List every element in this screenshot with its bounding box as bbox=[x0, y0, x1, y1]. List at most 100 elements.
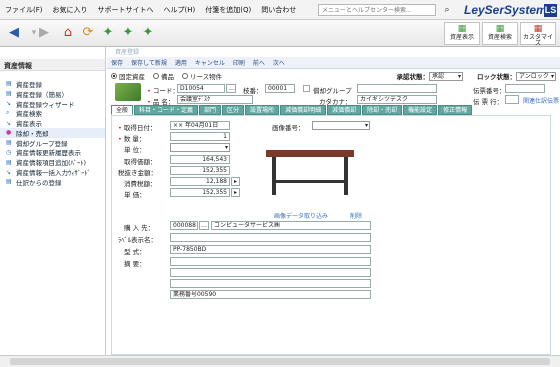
note-field-4[interactable]: 業務番号00590 bbox=[170, 290, 371, 299]
sidebar-item-simple-register[interactable]: ▤ 資産登録（簡易） bbox=[0, 89, 105, 99]
tab-disposal[interactable]: 除却・売却 bbox=[362, 105, 403, 115]
acquisition-cost-field[interactable]: 164,543 bbox=[170, 155, 230, 164]
tax-calc-button[interactable]: ▸ bbox=[231, 177, 240, 186]
radio-fixed-asset[interactable] bbox=[111, 73, 117, 79]
asset-search-button[interactable]: ▦ 資産検索 bbox=[482, 22, 518, 45]
image-number-select[interactable] bbox=[312, 121, 370, 130]
menu-add-note[interactable]: 付箋を追加(Q) bbox=[200, 5, 256, 15]
name-field[interactable]: 会議室ﾃﾞｽｸ bbox=[177, 95, 253, 104]
acq-date-field[interactable]: ×× 年04月01日 bbox=[170, 121, 230, 130]
sidebar-item-history[interactable]: ◷ 資産情報更新履歴表示 bbox=[0, 148, 105, 158]
radio-equipment[interactable] bbox=[153, 73, 159, 79]
code-lookup-button[interactable]: … bbox=[226, 84, 236, 93]
unit-price-button[interactable]: ▸ bbox=[231, 188, 240, 197]
code-field[interactable]: D10054 bbox=[177, 84, 225, 93]
history-icon[interactable]: ✦ bbox=[140, 25, 156, 41]
depreciation-group-label: 償却グループ bbox=[313, 87, 352, 95]
asset-view-button[interactable]: ▦ 資産表示 bbox=[444, 22, 480, 45]
scrollbar-thumb[interactable] bbox=[10, 358, 550, 365]
next-button[interactable]: 次へ bbox=[273, 58, 285, 67]
menu-file[interactable]: ファイル(F) bbox=[0, 5, 48, 15]
sidebar-item-disposal[interactable]: ● 除却・売却 bbox=[0, 127, 105, 138]
save-new-button[interactable]: 保存して新規 bbox=[131, 58, 167, 67]
branch-field[interactable]: 00001 bbox=[265, 84, 295, 93]
model-field[interactable]: PP-7850BD bbox=[170, 245, 371, 254]
home-icon[interactable]: ⌂ bbox=[60, 25, 76, 41]
note-field-3[interactable] bbox=[170, 279, 371, 288]
depreciation-group-checkbox[interactable] bbox=[303, 85, 310, 92]
tax-label: 消費税額： bbox=[124, 180, 157, 188]
sidebar-item-display[interactable]: ↘ 資産表示 bbox=[0, 118, 105, 129]
tab-location[interactable]: 設置場所 bbox=[245, 105, 280, 115]
menu-favorites[interactable]: お気に入り bbox=[48, 5, 93, 15]
kana-field[interactable]: カイギシツデスク bbox=[357, 95, 437, 104]
forward-icon[interactable]: ▶ bbox=[36, 25, 52, 41]
refresh-icon[interactable]: ⟳ bbox=[80, 25, 96, 41]
back-icon[interactable]: ◀ bbox=[6, 25, 22, 41]
tax-field[interactable]: 12,188 bbox=[170, 177, 230, 186]
sidebar-item-journal[interactable]: ▤ 仕訳からの登録 bbox=[0, 177, 105, 187]
menu-support[interactable]: サポートサイトへ bbox=[93, 5, 159, 15]
horizontal-scrollbar[interactable] bbox=[0, 355, 560, 367]
note-field-2[interactable] bbox=[170, 268, 371, 277]
unit-label: 単 位： bbox=[124, 146, 146, 154]
radio-lease[interactable] bbox=[182, 73, 188, 79]
sidebar-item-wizard[interactable]: ↘ 資産登録ウィザード bbox=[0, 99, 105, 109]
tab-general[interactable]: 全般 bbox=[111, 105, 134, 115]
code-label: コード： bbox=[147, 85, 179, 95]
customize-button[interactable]: ▦ カスタマイズ bbox=[520, 22, 556, 47]
vendor-lookup-button[interactable]: … bbox=[199, 221, 209, 230]
sidebar-item-bulk-wizard[interactable]: ↘ 資産情報一括入力ｳｨｻﾞｰﾄﾞ bbox=[0, 167, 105, 178]
lock-select[interactable]: アンロック bbox=[516, 71, 556, 81]
sidebar-item-asset-register[interactable]: ▤ 資産登録 bbox=[0, 79, 105, 89]
sidebar: 資産情報 ▤ 資産登録 ▤ 資産登録（簡易） ↘ 資産登録ウィザード ⌕ 資産検索 ↘ 資… bbox=[0, 47, 106, 355]
delete-image-link[interactable]: 削除 bbox=[350, 211, 362, 220]
asset-type-row: 固定資産 備品 リース物件 承認状態： 承認 ロック状態： アンロック bbox=[111, 70, 556, 82]
tab-depreciation-detail[interactable]: 減価償却明細 bbox=[280, 105, 327, 115]
breadcrumb: 資産登録 bbox=[115, 49, 140, 56]
unit-price-field[interactable]: 152,355 bbox=[170, 188, 230, 197]
asset-box-icon bbox=[115, 83, 141, 101]
import-image-link[interactable]: 画像データ取り込み bbox=[274, 211, 328, 220]
sidebar-item-add-field[interactable]: ▤ 資産情報項目追加(ﾊﾞｰﾄ) bbox=[0, 157, 105, 168]
search-icon[interactable]: ⌕ bbox=[440, 3, 454, 17]
wand-icon: ↘ bbox=[6, 168, 12, 176]
net-amount-label: 税抜き金額： bbox=[118, 169, 157, 177]
apply-button[interactable]: 適用 bbox=[175, 58, 187, 67]
sidebar-item-depreciation-group[interactable]: ▤ 償却グループ登録 bbox=[0, 138, 105, 148]
desk-leg-left bbox=[272, 157, 276, 195]
save-button[interactable]: 保存 bbox=[111, 58, 123, 67]
tab-category[interactable]: 区分 bbox=[222, 105, 245, 115]
unit-select[interactable] bbox=[170, 143, 230, 152]
related-journal-link[interactable]: 関連仕訳伝票 bbox=[523, 96, 559, 105]
menu-help[interactable]: ヘルプ(H) bbox=[159, 5, 201, 15]
sidebar-item-search[interactable]: ⌕ 資産検索 bbox=[0, 108, 105, 118]
net-amount-field[interactable]: 152,355 bbox=[170, 166, 230, 175]
vendor-code-field[interactable]: 000088 bbox=[170, 221, 198, 230]
label-name-field[interactable] bbox=[170, 233, 371, 242]
slip-line-field[interactable] bbox=[505, 95, 519, 104]
tab-department[interactable]: 部門 bbox=[199, 105, 222, 115]
quantity-field[interactable]: 1 bbox=[170, 132, 230, 141]
slip-number-label: 伝票番号： bbox=[473, 87, 506, 95]
approval-label: 承認状態： bbox=[396, 73, 430, 81]
search-input[interactable] bbox=[318, 4, 436, 16]
cancel-button[interactable]: キャンセル bbox=[195, 58, 225, 67]
tab-account-code[interactable]: 科目・コード・定義 bbox=[134, 105, 199, 115]
prev-button[interactable]: 前へ bbox=[253, 58, 265, 67]
bookmark-icon[interactable]: ✦ bbox=[100, 25, 116, 41]
tab-depreciation[interactable]: 減価償却 bbox=[327, 105, 362, 115]
tab-revision[interactable]: 修正情報 bbox=[438, 105, 473, 115]
tab-function-settings[interactable]: 機能設定 bbox=[403, 105, 438, 115]
display-icon: ↘ bbox=[6, 119, 12, 127]
history-icon: ◷ bbox=[6, 148, 12, 156]
favorite-icon[interactable]: ✦ bbox=[120, 25, 136, 41]
note-field-1[interactable] bbox=[170, 257, 371, 266]
group-select[interactable] bbox=[357, 84, 437, 93]
menu-contact[interactable]: 問い合わせ bbox=[256, 5, 301, 15]
vendor-name-field[interactable]: コンピュータサービス㈱ bbox=[211, 221, 371, 230]
brand-badge: LS bbox=[544, 4, 557, 17]
approval-select[interactable]: 承認 bbox=[429, 71, 463, 81]
slip-number-field[interactable] bbox=[505, 84, 545, 93]
print-button[interactable]: 印刷 bbox=[233, 58, 245, 67]
